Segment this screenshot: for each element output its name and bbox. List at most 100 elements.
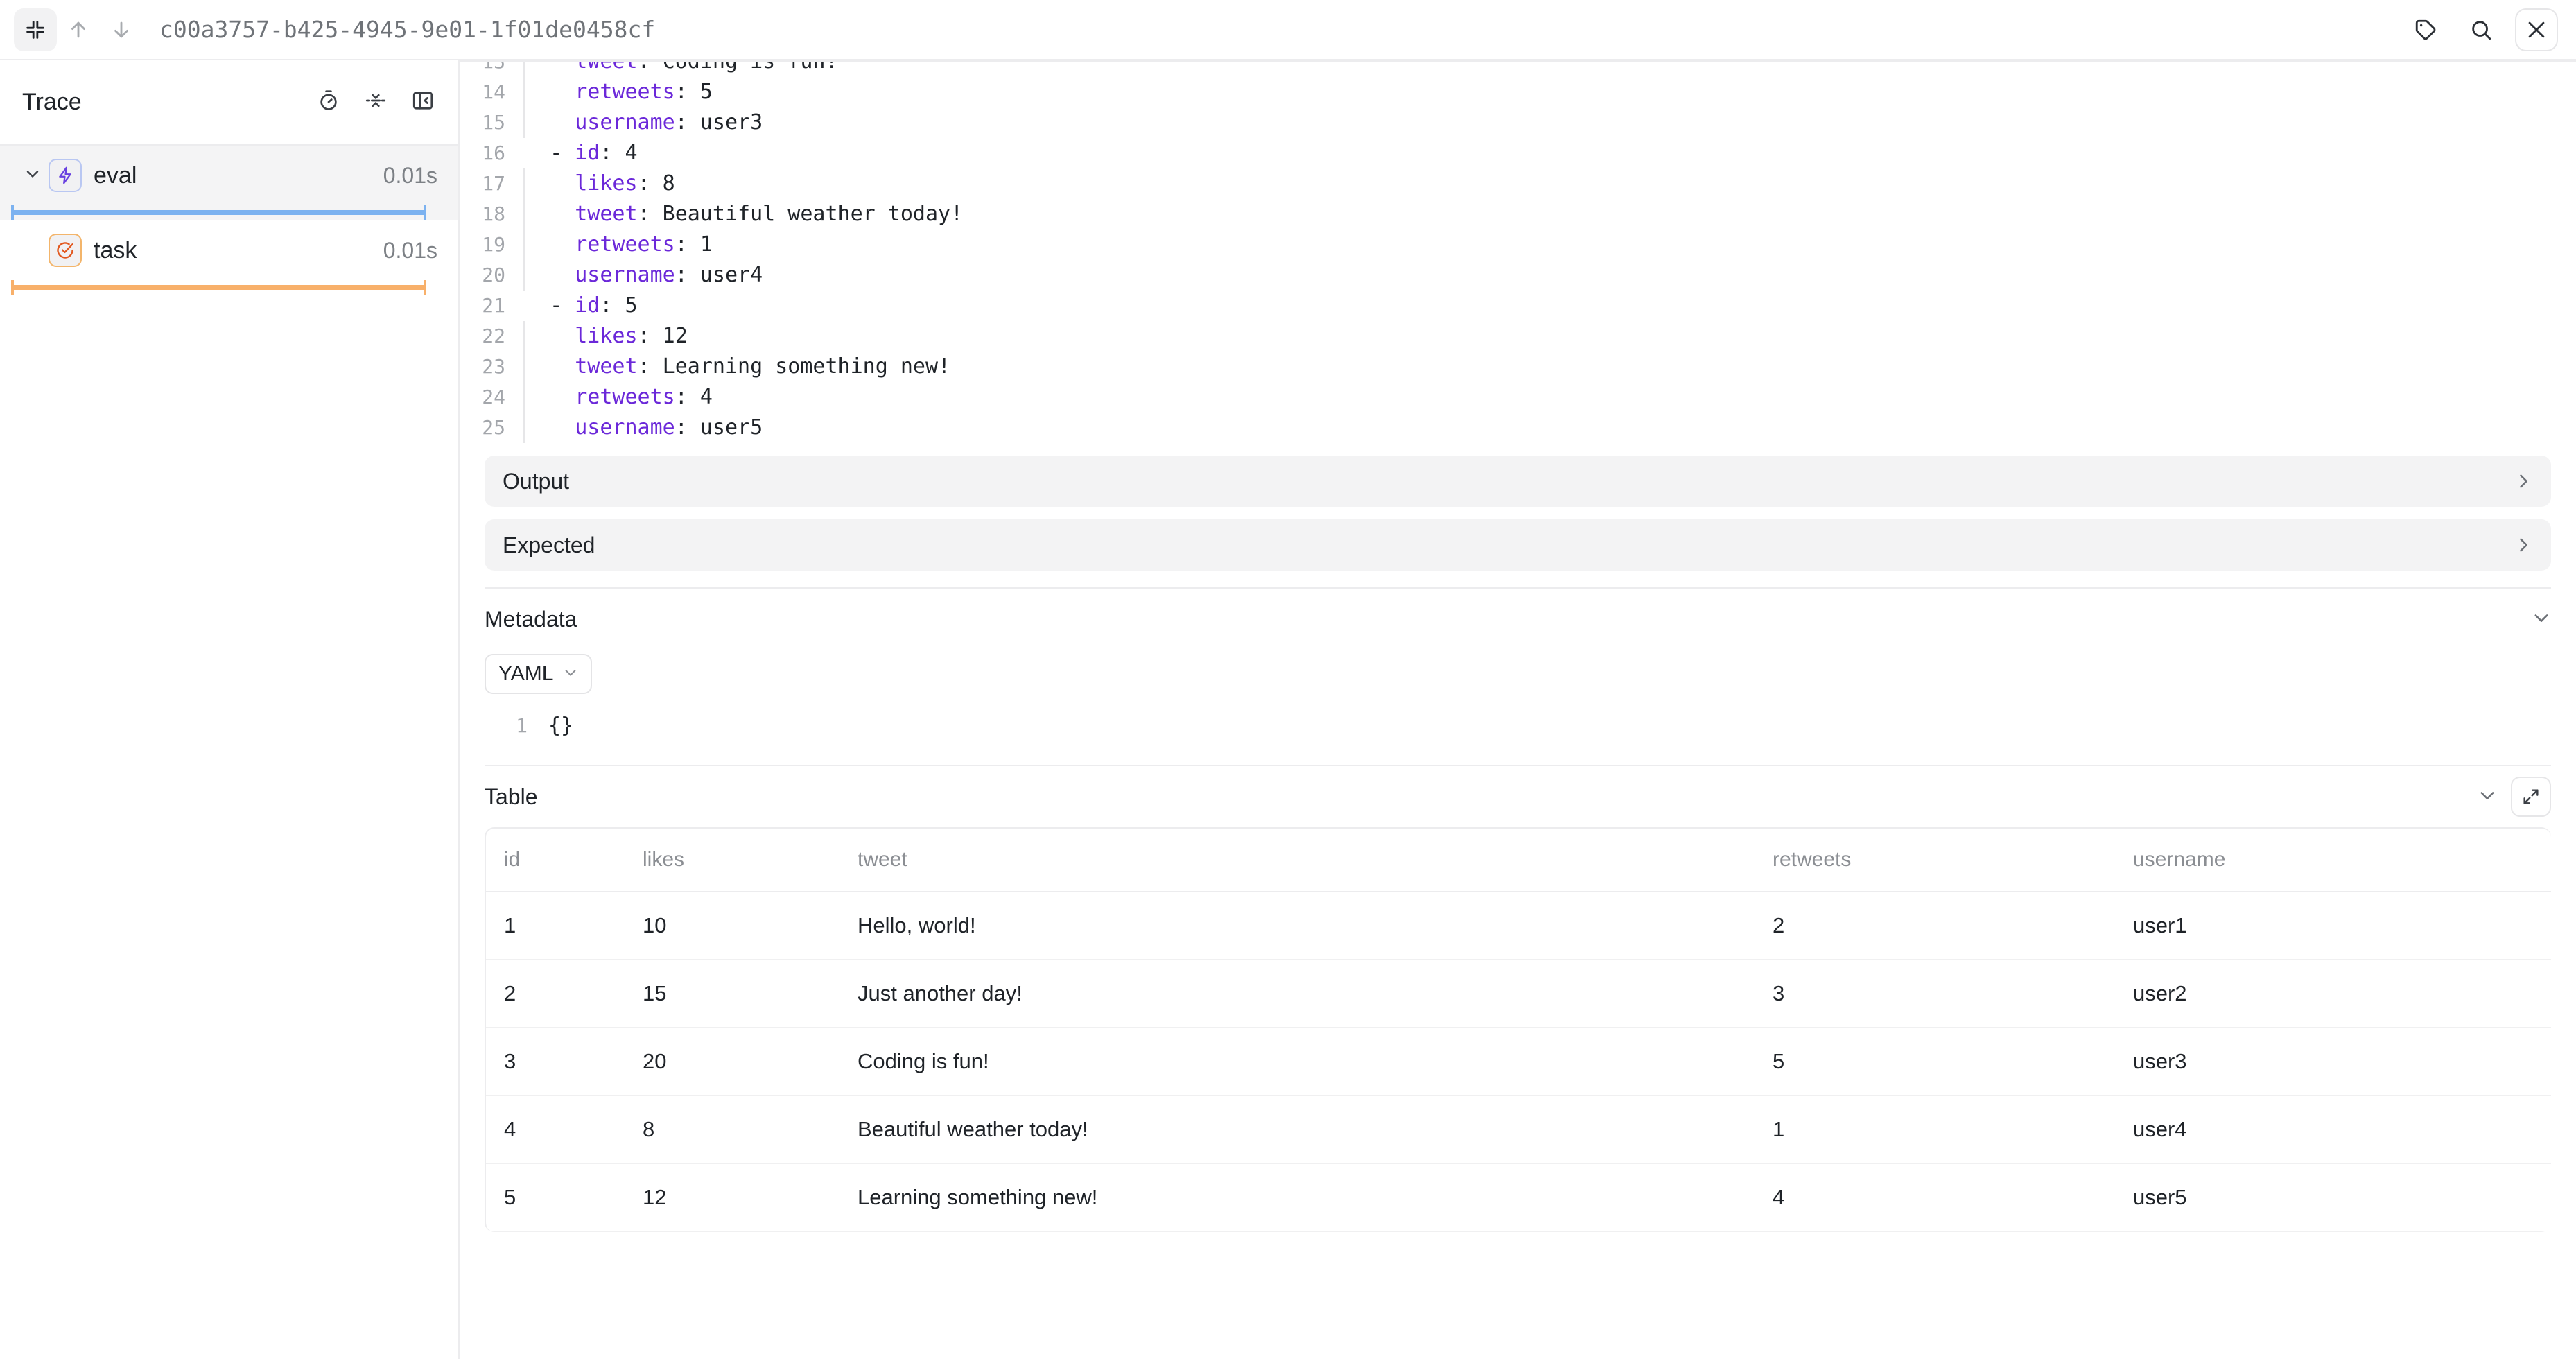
- trace-sidebar-header: Trace: [0, 60, 458, 146]
- collapse-vertical-icon: [364, 89, 388, 116]
- table-cell: 4: [486, 1096, 625, 1164]
- timeline-bar: [11, 280, 426, 295]
- data-table: id likes tweet retweets username 1 10 Hello, w…: [486, 829, 2551, 1232]
- table-cell: 15: [625, 960, 839, 1028]
- expand-table-button[interactable]: [2511, 777, 2551, 817]
- code-line-number: 24: [482, 386, 505, 408]
- table-row[interactable]: 1 10 Hello, world! 2 user1: [486, 892, 2551, 960]
- table-cell: 3: [1755, 960, 2115, 1028]
- table-section-actions: [2478, 777, 2551, 817]
- code-line-number: 23: [482, 355, 505, 378]
- arrow-down-icon: [110, 18, 133, 42]
- collapse-all-button[interactable]: [356, 83, 396, 123]
- table-section-header[interactable]: Table: [485, 766, 2551, 827]
- table-column-header[interactable]: likes: [625, 829, 839, 892]
- search-button[interactable]: [2460, 8, 2503, 51]
- code-line-number: 22: [482, 324, 505, 347]
- metadata-section-actions: [2532, 608, 2551, 631]
- table-cell: 3: [486, 1028, 625, 1096]
- close-button[interactable]: [2515, 8, 2558, 51]
- code-line-number: 13: [460, 62, 523, 77]
- table-row[interactable]: 4 8 Beautiful weather today! 1 user4: [486, 1096, 2551, 1164]
- code-line: 24 retweets: 4: [460, 382, 2576, 413]
- trace-node-task-duration: 0.01s: [383, 237, 437, 263]
- code-line-content: retweets: 1: [523, 230, 2576, 260]
- table-cell: 4: [1755, 1163, 2115, 1232]
- table-cell: 1: [486, 892, 625, 960]
- table-cell: 5: [486, 1163, 625, 1232]
- table-column-header[interactable]: id: [486, 829, 625, 892]
- code-line-content: likes: 8: [523, 168, 2576, 199]
- code-line-content: username: user5: [523, 413, 2576, 443]
- tag-button[interactable]: [2404, 8, 2447, 51]
- collapse-corners-button[interactable]: [14, 8, 57, 51]
- table-cell: user1: [2115, 892, 2551, 960]
- table-cell: 2: [1755, 892, 2115, 960]
- trace-node-eval-timeline: [0, 205, 437, 220]
- table-cell: Coding is fun!: [839, 1028, 1755, 1096]
- code-line-content: - id: 5: [525, 293, 638, 318]
- previous-button[interactable]: [57, 8, 100, 51]
- data-table-body: 1 10 Hello, world! 2 user1 2 15 Just another da…: [486, 892, 2551, 1232]
- check-circle-icon: [49, 234, 82, 267]
- table-row[interactable]: 2 15 Just another day! 3 user2: [486, 960, 2551, 1028]
- data-table-head: id likes tweet retweets username: [486, 829, 2551, 892]
- code-line-content: retweets: 4: [523, 382, 2576, 413]
- metadata-section-header[interactable]: Metadata: [485, 589, 2551, 650]
- toggle-panel-button[interactable]: [403, 83, 443, 123]
- detail-panel: 13 tweet: Coding is fun!14 retweets: 515…: [460, 60, 2576, 1359]
- arrow-up-icon: [67, 18, 90, 42]
- table-cell: Just another day!: [839, 960, 1755, 1028]
- code-line-content: tweet: Beautiful weather today!: [523, 199, 2576, 230]
- trace-node-task[interactable]: task 0.01s: [0, 220, 458, 295]
- chevron-down-icon[interactable]: [2478, 786, 2497, 808]
- table-cell: 1: [1755, 1096, 2115, 1164]
- table-row[interactable]: 5 12 Learning something new! 4 user5: [486, 1163, 2551, 1232]
- table-column-header[interactable]: retweets: [1755, 829, 2115, 892]
- code-line-number: 20: [482, 263, 505, 286]
- trace-node-eval[interactable]: eval 0.01s: [0, 146, 458, 220]
- code-line-number: 18: [482, 202, 505, 225]
- code-line: 25 username: user5: [460, 413, 2576, 443]
- code-line: 21 - id: 5: [460, 291, 2576, 321]
- code-line-content: username: user4: [523, 260, 2576, 291]
- trace-node-eval-duration: 0.01s: [383, 162, 437, 188]
- code-line: 23 tweet: Learning something new!: [460, 352, 2576, 382]
- collapse-corners-icon: [24, 18, 47, 42]
- trace-node-task-timeline: [0, 280, 437, 295]
- tag-icon: [2414, 18, 2437, 42]
- timer-button[interactable]: [308, 83, 349, 123]
- code-line-number: 19: [482, 233, 505, 256]
- metadata-code-view[interactable]: 1 {}: [485, 711, 2551, 741]
- table-cell: Hello, world!: [839, 892, 1755, 960]
- trace-node-eval-row[interactable]: eval 0.01s: [0, 146, 437, 205]
- expected-panel-label: Expected: [503, 532, 595, 557]
- close-icon: [2525, 18, 2548, 42]
- trace-node-eval-toggle[interactable]: [17, 164, 49, 187]
- code-line: 18 tweet: Beautiful weather today!: [460, 199, 2576, 230]
- output-panel[interactable]: Output: [485, 456, 2551, 507]
- code-line-number: 17: [482, 172, 505, 195]
- code-line-number: 16: [482, 141, 505, 164]
- chevron-down-icon: [563, 662, 578, 686]
- expected-panel[interactable]: Expected: [485, 519, 2551, 571]
- metadata-content: {}: [548, 713, 574, 738]
- table-column-header[interactable]: tweet: [839, 829, 1755, 892]
- metadata-format-select[interactable]: YAML: [485, 654, 593, 694]
- yaml-code-view[interactable]: 13 tweet: Coding is fun!14 retweets: 515…: [460, 60, 2576, 443]
- detail-sections: Output Expected Metadata YAML 1 {} Table…: [460, 456, 2576, 1232]
- table-cell: 2: [486, 960, 625, 1028]
- table-cell: Learning something new!: [839, 1163, 1755, 1232]
- code-line: 13 tweet: Coding is fun!: [460, 62, 2576, 77]
- trace-node-task-row[interactable]: task 0.01s: [0, 220, 437, 280]
- trace-node-task-label: task: [94, 236, 137, 263]
- table-column-header[interactable]: username: [2115, 829, 2551, 892]
- trace-sidebar-actions: [308, 83, 443, 123]
- code-line: 22 likes: 12: [460, 321, 2576, 352]
- chevron-down-icon[interactable]: [2532, 608, 2551, 631]
- table-row[interactable]: 3 20 Coding is fun! 5 user3: [486, 1028, 2551, 1096]
- timeline-bar: [11, 205, 426, 220]
- next-button[interactable]: [100, 8, 143, 51]
- expand-icon: [2521, 787, 2541, 806]
- table-header-row: id likes tweet retweets username: [486, 829, 2551, 892]
